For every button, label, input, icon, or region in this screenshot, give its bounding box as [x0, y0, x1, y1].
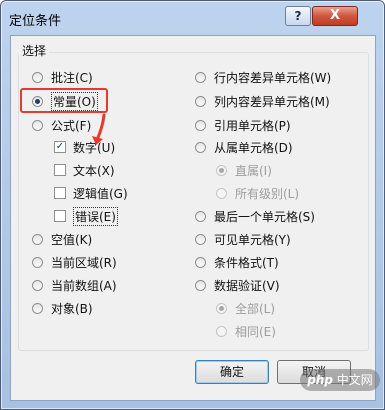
- option-validation-all-label: 全部(L): [235, 301, 276, 316]
- option-visible-cells-label: 可见单元格(Y): [214, 232, 291, 247]
- radio-selected-icon[interactable]: [216, 164, 227, 176]
- option-data-validation[interactable]: 数据验证(V): [195, 276, 280, 294]
- watermark-brand: php: [307, 373, 333, 387]
- option-row-differences[interactable]: 行内容差异单元格(W): [195, 68, 331, 86]
- option-validation-all[interactable]: 全部(L): [216, 299, 275, 317]
- help-button[interactable]: ?: [285, 6, 311, 26]
- radio-icon[interactable]: [32, 256, 43, 268]
- checkbox-icon[interactable]: [54, 187, 66, 199]
- radio-icon[interactable]: [195, 210, 206, 222]
- option-conditional-formats-label: 条件格式(T): [214, 255, 279, 270]
- option-column-differences[interactable]: 列内容差异单元格(M): [195, 92, 330, 110]
- checkbox-checked-icon[interactable]: ✓: [54, 141, 66, 153]
- option-all-levels-label: 所有级别(L): [235, 186, 300, 201]
- option-current-region-label: 当前区域(R): [51, 255, 117, 270]
- option-text[interactable]: 文本(X): [54, 161, 115, 179]
- ok-button[interactable]: 确定: [195, 360, 269, 384]
- option-last-cell[interactable]: 最后一个单元格(S): [195, 207, 315, 225]
- option-dependents-label: 从属单元格(D): [214, 140, 293, 155]
- radio-icon[interactable]: [195, 71, 206, 83]
- option-last-cell-label: 最后一个单元格(S): [214, 209, 315, 224]
- radio-icon[interactable]: [195, 141, 206, 153]
- red-arrow-icon: [92, 113, 106, 145]
- option-logicals-label: 逻辑值(G): [73, 186, 128, 201]
- close-button[interactable]: X: [312, 6, 358, 26]
- radio-icon[interactable]: [195, 95, 206, 107]
- radio-icon[interactable]: [32, 71, 43, 83]
- option-comments-label: 批注(C): [51, 70, 93, 85]
- dialog-title: 定位条件: [9, 14, 62, 29]
- option-column-differences-label: 列内容差异单元格(M): [214, 94, 330, 109]
- radio-icon[interactable]: [32, 233, 43, 245]
- radio-icon[interactable]: [195, 233, 206, 245]
- option-formulas-label: 公式(F): [51, 118, 92, 133]
- option-errors[interactable]: 错误(E): [54, 206, 118, 226]
- option-validation-same[interactable]: 相同(E): [216, 322, 276, 340]
- radio-selected-icon[interactable]: [216, 302, 227, 314]
- option-all-levels[interactable]: 所有级别(L): [216, 184, 299, 202]
- radio-icon[interactable]: [216, 325, 227, 337]
- option-current-array-label: 当前数组(A): [51, 278, 117, 293]
- option-text-label: 文本(X): [73, 163, 115, 178]
- option-formulas[interactable]: 公式(F): [32, 116, 91, 134]
- option-dependents[interactable]: 从属单元格(D): [195, 138, 293, 156]
- option-row-differences-label: 行内容差异单元格(W): [214, 70, 332, 85]
- option-blanks-label: 空值(K): [51, 232, 93, 247]
- option-objects-label: 对象(B): [51, 301, 93, 316]
- checkbox-icon[interactable]: [54, 210, 66, 222]
- selection-group-legend: 选择: [19, 42, 50, 59]
- radio-icon[interactable]: [195, 119, 206, 131]
- option-visible-cells[interactable]: 可见单元格(Y): [195, 230, 291, 248]
- option-comments[interactable]: 批注(C): [32, 68, 93, 86]
- radio-icon[interactable]: [32, 279, 43, 291]
- checkbox-icon[interactable]: [54, 164, 66, 176]
- goto-special-dialog: 定位条件 ? X 选择 批注(C) 常量(O) 公式(F) ✓ 数字(U) 文本…: [0, 0, 385, 410]
- option-direct-only[interactable]: 直属(I): [216, 161, 272, 179]
- radio-icon[interactable]: [32, 302, 43, 314]
- radio-icon[interactable]: [195, 256, 206, 268]
- option-errors-label: 错误(E): [73, 206, 118, 226]
- option-validation-same-label: 相同(E): [235, 324, 276, 339]
- radio-icon[interactable]: [216, 187, 227, 199]
- constants-highlight-box: [20, 88, 108, 113]
- dialog-titlebar[interactable]: 定位条件 ? X: [1, 1, 384, 35]
- option-current-array[interactable]: 当前数组(A): [32, 276, 117, 294]
- option-logicals[interactable]: 逻辑值(G): [54, 184, 128, 202]
- option-current-region[interactable]: 当前区域(R): [32, 253, 117, 271]
- option-conditional-formats[interactable]: 条件格式(T): [195, 253, 279, 271]
- option-precedents-label: 引用单元格(P): [214, 118, 291, 133]
- watermark-text: 中文网: [336, 373, 373, 387]
- radio-icon[interactable]: [32, 119, 43, 131]
- php-watermark: php 中文网: [300, 369, 380, 391]
- option-blanks[interactable]: 空值(K): [32, 230, 92, 248]
- option-data-validation-label: 数据验证(V): [214, 278, 280, 293]
- radio-icon[interactable]: [195, 279, 206, 291]
- option-direct-only-label: 直属(I): [235, 163, 272, 178]
- option-precedents[interactable]: 引用单元格(P): [195, 116, 291, 134]
- option-objects[interactable]: 对象(B): [32, 299, 93, 317]
